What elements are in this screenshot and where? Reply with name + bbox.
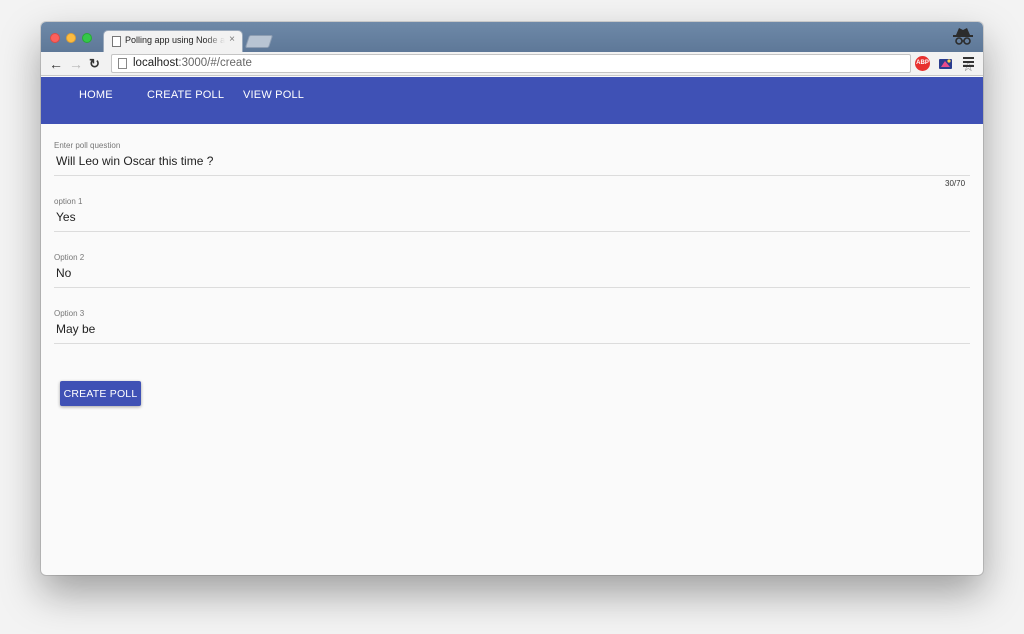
extension-icon[interactable]: [938, 56, 953, 71]
incognito-icon: [953, 28, 973, 45]
nav-view-poll-link[interactable]: VIEW POLL: [243, 89, 304, 101]
app-navbar: HOME CREATE POLL VIEW POLL: [41, 77, 983, 124]
browser-tab[interactable]: Polling app using Node and Angular ×: [103, 30, 243, 52]
address-bar[interactable]: localhost:3000/#/create ☆: [111, 54, 975, 74]
browser-toolbar: ← → ↻ localhost:3000/#/create ☆ ABP: [41, 52, 983, 76]
close-window-button[interactable]: [50, 33, 60, 43]
option-1-input[interactable]: [54, 207, 970, 227]
nav-create-poll-link[interactable]: CREATE POLL: [147, 89, 224, 101]
new-tab-button[interactable]: [244, 35, 274, 48]
option-1-label: option 1: [54, 197, 83, 206]
forward-arrow-icon[interactable]: →: [69, 56, 83, 72]
menu-icon[interactable]: [963, 57, 974, 69]
input-underline: [54, 231, 970, 232]
create-poll-button[interactable]: CREATE POLL: [60, 381, 141, 406]
adblock-icon[interactable]: ABP: [915, 56, 930, 71]
input-underline: [54, 175, 970, 176]
option-2-input[interactable]: [54, 263, 970, 283]
page-icon: [112, 36, 121, 47]
input-underline: [54, 343, 970, 344]
tab-title: Polling app using Node and Angular: [125, 35, 225, 45]
poll-question-label: Enter poll question: [54, 141, 121, 150]
option-2-label: Option 2: [54, 253, 85, 262]
reload-icon[interactable]: ↻: [89, 56, 100, 72]
create-poll-form: Enter poll question 30/70 option 1 Optio…: [41, 124, 983, 575]
back-arrow-icon[interactable]: ←: [49, 56, 63, 72]
tab-strip: Polling app using Node and Angular ×: [41, 22, 983, 52]
browser-window: Polling app using Node and Angular × ← →…: [41, 22, 983, 575]
character-counter: 30/70: [945, 179, 966, 188]
url-host: localhost: [133, 57, 179, 69]
input-underline: [54, 287, 970, 288]
tab-close-icon[interactable]: ×: [229, 34, 235, 45]
page-icon: [118, 58, 127, 69]
zoom-window-button[interactable]: [82, 33, 92, 43]
url-path: :3000/#/create: [178, 57, 252, 69]
nav-home-link[interactable]: HOME: [79, 89, 113, 101]
poll-question-input[interactable]: [54, 151, 970, 171]
minimize-window-button[interactable]: [66, 33, 76, 43]
option-3-label: Option 3: [54, 309, 85, 318]
option-3-input[interactable]: [54, 319, 970, 339]
url-text[interactable]: localhost:3000/#/create: [133, 57, 252, 69]
